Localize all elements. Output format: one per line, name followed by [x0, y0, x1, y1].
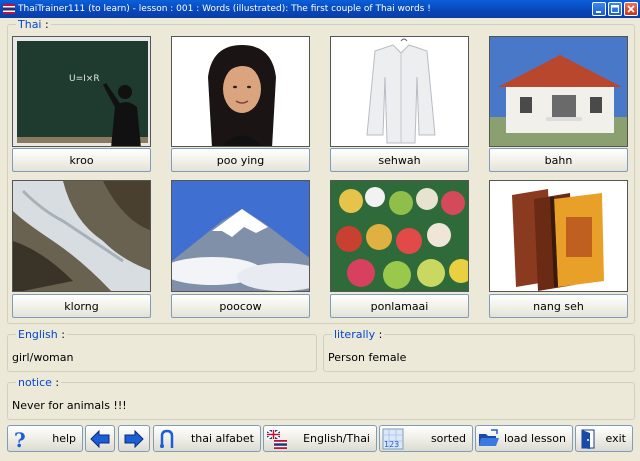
card-image-house[interactable] [489, 36, 628, 147]
arrow-right-icon [124, 429, 144, 448]
literal-translation: Person female [328, 351, 407, 364]
card-image-books[interactable] [489, 180, 628, 292]
thai-alfabet-label: thai alfabet [190, 432, 254, 445]
word-label: poo ying [216, 153, 265, 167]
word-button-5[interactable]: klorng [12, 294, 151, 318]
card-image-canal[interactable] [12, 180, 151, 292]
word-button-6[interactable]: poocow [171, 294, 310, 318]
close-button[interactable] [624, 2, 638, 16]
card-image-woman[interactable] [171, 36, 310, 147]
word-label: sehwah [378, 153, 421, 167]
card-image-shirt[interactable] [330, 36, 469, 147]
exit-label: exit [605, 432, 626, 445]
arrow-left-icon [90, 429, 110, 448]
word-button-2[interactable]: poo ying [171, 148, 310, 172]
sorted-label: sorted [430, 432, 466, 445]
question-mark-icon: ? [10, 428, 32, 452]
word-label: ponlamaai [370, 299, 429, 313]
app-flag-icon [3, 3, 15, 15]
blackboard-text: U=I×R [69, 74, 100, 84]
exit-door-icon [578, 428, 600, 450]
english-thai-button[interactable]: English/Thai [263, 425, 377, 452]
close-icon [627, 5, 635, 13]
word-button-3[interactable]: sehwah [330, 148, 469, 172]
word-label: klorng [64, 299, 99, 313]
minimize-icon [596, 11, 601, 13]
card-image-fruit[interactable] [330, 180, 469, 292]
flags-icon [266, 428, 288, 450]
word-button-7[interactable]: ponlamaai [330, 294, 469, 318]
maximize-icon [611, 5, 619, 13]
english-thai-label: English/Thai [303, 432, 370, 445]
word-label: poocow [219, 299, 262, 313]
thai-group-label: Thai [18, 18, 42, 31]
window-title: ThaiTrainer111 (to learn) - lesson : 001… [18, 4, 431, 14]
english-group-label: English [18, 328, 58, 341]
svg-text:?: ? [14, 428, 26, 450]
word-button-4[interactable]: bahn [489, 148, 628, 172]
open-folder-icon [478, 428, 500, 450]
word-button-8[interactable]: nang seh [489, 294, 628, 318]
notice-text: Never for animals !!! [12, 399, 127, 412]
exit-button[interactable]: exit [575, 425, 633, 452]
thai-alfabet-button[interactable]: thai alfabet [153, 425, 261, 452]
sorted-button[interactable]: 123 sorted [379, 425, 473, 452]
word-label: nang seh [533, 299, 584, 313]
english-group: English : girl/woman [7, 328, 317, 372]
sort-numbers-icon: 123 [382, 428, 404, 450]
literally-group: literally : Person female [323, 328, 635, 372]
english-translation: girl/woman [12, 351, 74, 364]
sorted-icon-text: 123 [384, 440, 399, 449]
literally-group-label: literally [334, 328, 376, 341]
load-lesson-label: load lesson [504, 432, 566, 445]
minimize-button[interactable] [592, 2, 606, 16]
load-lesson-button[interactable]: load lesson [475, 425, 573, 452]
notice-group: notice : Never for animals !!! [7, 376, 635, 420]
word-label: bahn [544, 153, 573, 167]
thai-letter-icon [156, 428, 178, 450]
notice-group-label: notice [18, 376, 52, 389]
main-window: Thai : U=I×R kroo poo ying sehwah bahn k… [3, 18, 637, 458]
help-button[interactable]: ? help [7, 425, 83, 452]
word-button-1[interactable]: kroo [12, 148, 151, 172]
word-label: kroo [69, 153, 94, 167]
help-label: help [52, 432, 76, 445]
card-image-teacher[interactable]: U=I×R [12, 36, 151, 147]
next-button[interactable] [118, 425, 150, 452]
title-bar[interactable]: ThaiTrainer111 (to learn) - lesson : 001… [0, 0, 640, 18]
previous-button[interactable] [85, 425, 115, 452]
maximize-button[interactable] [608, 2, 622, 16]
card-image-mountain[interactable] [171, 180, 310, 292]
